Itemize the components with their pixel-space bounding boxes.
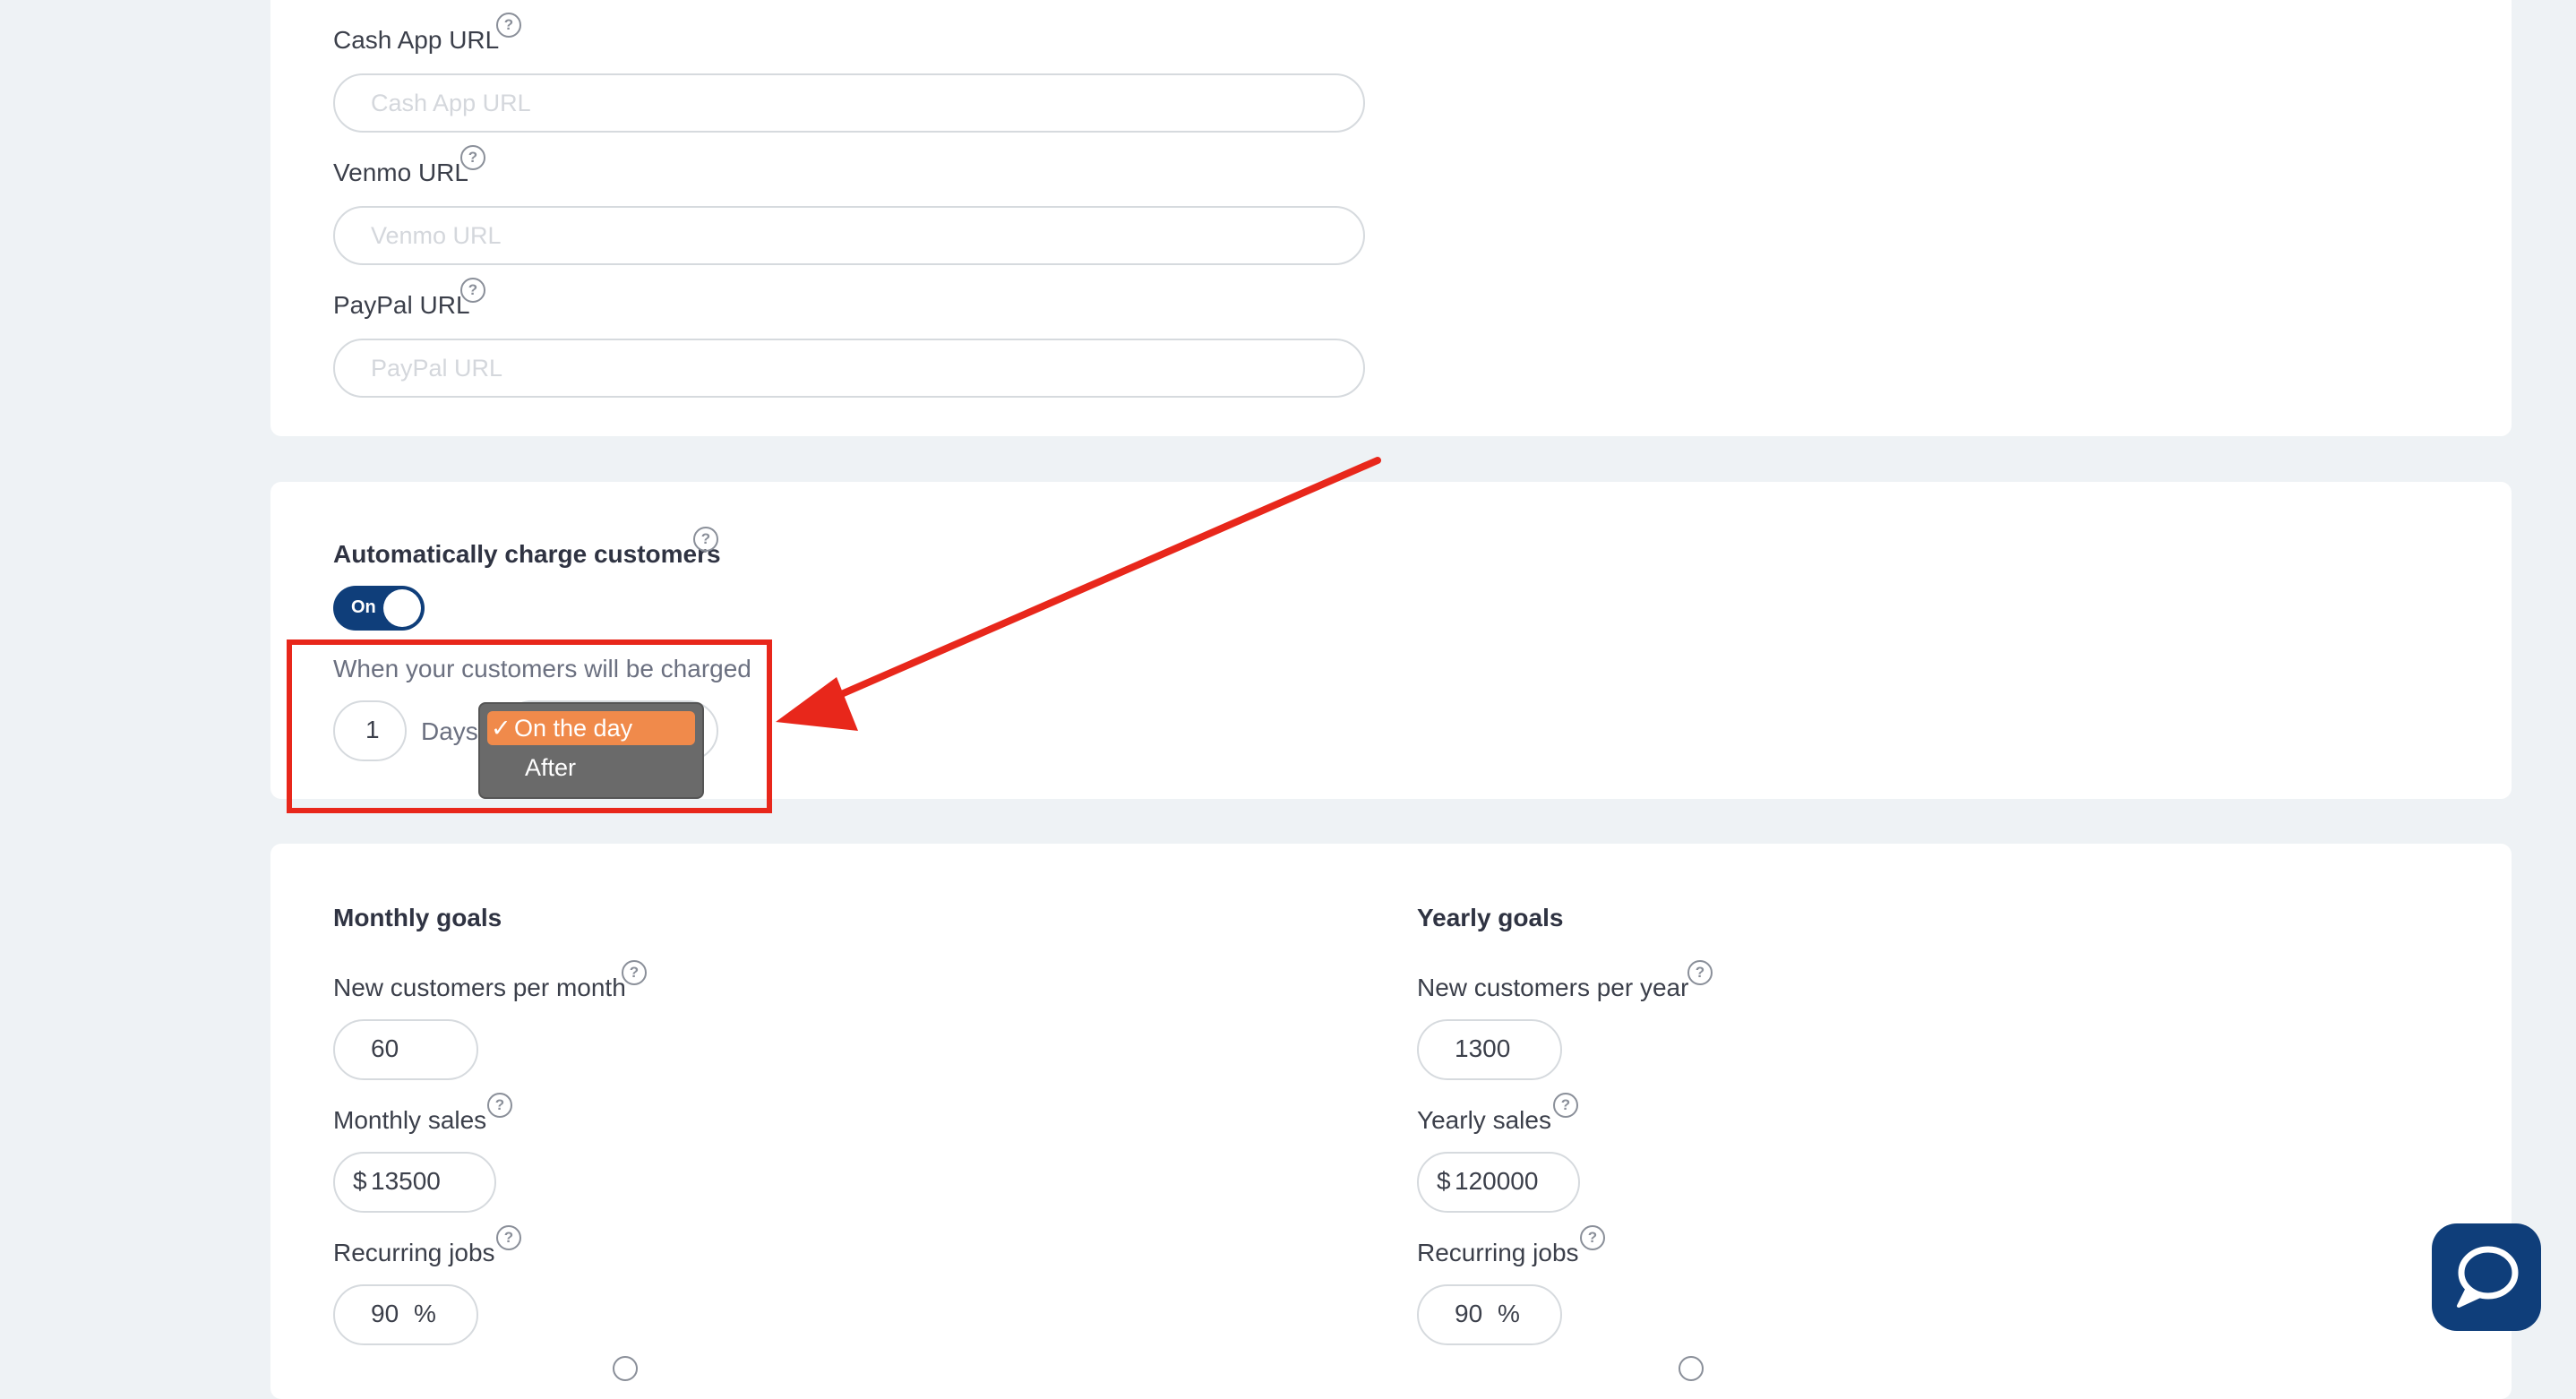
monthly-sales-help-icon[interactable]: ? (487, 1093, 512, 1118)
paypal-help-icon[interactable]: ? (460, 278, 485, 303)
venmo-url-input[interactable] (333, 206, 1365, 265)
chat-launcher-button[interactable] (2432, 1223, 2541, 1331)
monthly-sales-value: 13500 (371, 1167, 441, 1195)
monthly-recurring-input[interactable]: 90 % (333, 1284, 478, 1345)
monthly-goals-title: Monthly goals (333, 904, 502, 931)
yearly-sales-label: Yearly sales (1417, 1106, 1551, 1134)
auto-charge-toggle[interactable]: On (333, 586, 425, 631)
cashapp-help-icon[interactable]: ? (496, 13, 521, 38)
toggle-knob (383, 589, 421, 627)
yearly-new-customers-input[interactable]: 1300 (1417, 1019, 1562, 1080)
yearly-sales-value: 120000 (1455, 1167, 1539, 1195)
yearly-recurring-value: 90 (1455, 1300, 1483, 1327)
currency-prefix: $ (1437, 1167, 1451, 1195)
cashapp-label: Cash App URL (333, 26, 500, 54)
goals-card (270, 844, 2512, 1399)
percent-suffix: % (414, 1300, 436, 1327)
monthly-new-customers-value: 60 (371, 1034, 399, 1062)
monthly-sales-input[interactable]: $ 13500 (333, 1152, 496, 1213)
annotation-highlight-box (287, 639, 772, 813)
yearly-next-help-icon (1679, 1356, 1704, 1381)
yearly-new-customers-label: New customers per year (1417, 974, 1689, 1001)
monthly-new-customers-label: New customers per month (333, 974, 626, 1001)
monthly-recurring-value: 90 (371, 1300, 399, 1327)
monthly-sales-label: Monthly sales (333, 1106, 487, 1134)
monthly-recurring-help-icon[interactable]: ? (496, 1225, 521, 1250)
monthly-next-help-icon (613, 1356, 638, 1381)
monthly-new-customers-help-icon[interactable]: ? (622, 960, 647, 985)
toggle-label: On (351, 597, 376, 617)
yearly-recurring-help-icon[interactable]: ? (1580, 1225, 1605, 1250)
yearly-recurring-label: Recurring jobs (1417, 1239, 1579, 1266)
paypal-label: PayPal URL (333, 291, 470, 319)
monthly-new-customers-input[interactable]: 60 (333, 1019, 478, 1080)
yearly-recurring-input[interactable]: 90 % (1417, 1284, 1562, 1345)
monthly-recurring-label: Recurring jobs (333, 1239, 495, 1266)
percent-suffix: % (1498, 1300, 1520, 1327)
venmo-help-icon[interactable]: ? (460, 145, 485, 170)
yearly-new-customers-help-icon[interactable]: ? (1687, 960, 1713, 985)
venmo-label: Venmo URL (333, 159, 468, 186)
yearly-goals-title: Yearly goals (1417, 904, 1564, 931)
cashapp-url-input[interactable] (333, 73, 1365, 133)
paypal-url-input[interactable] (333, 339, 1365, 398)
auto-charge-help-icon[interactable]: ? (693, 527, 718, 552)
currency-prefix: $ (353, 1167, 367, 1195)
yearly-new-customers-value: 1300 (1455, 1034, 1511, 1062)
auto-charge-title: Automatically charge customers (333, 540, 721, 568)
chat-bubble-icon (2457, 1246, 2519, 1308)
yearly-sales-help-icon[interactable]: ? (1553, 1093, 1578, 1118)
yearly-sales-input[interactable]: $ 120000 (1417, 1152, 1580, 1213)
